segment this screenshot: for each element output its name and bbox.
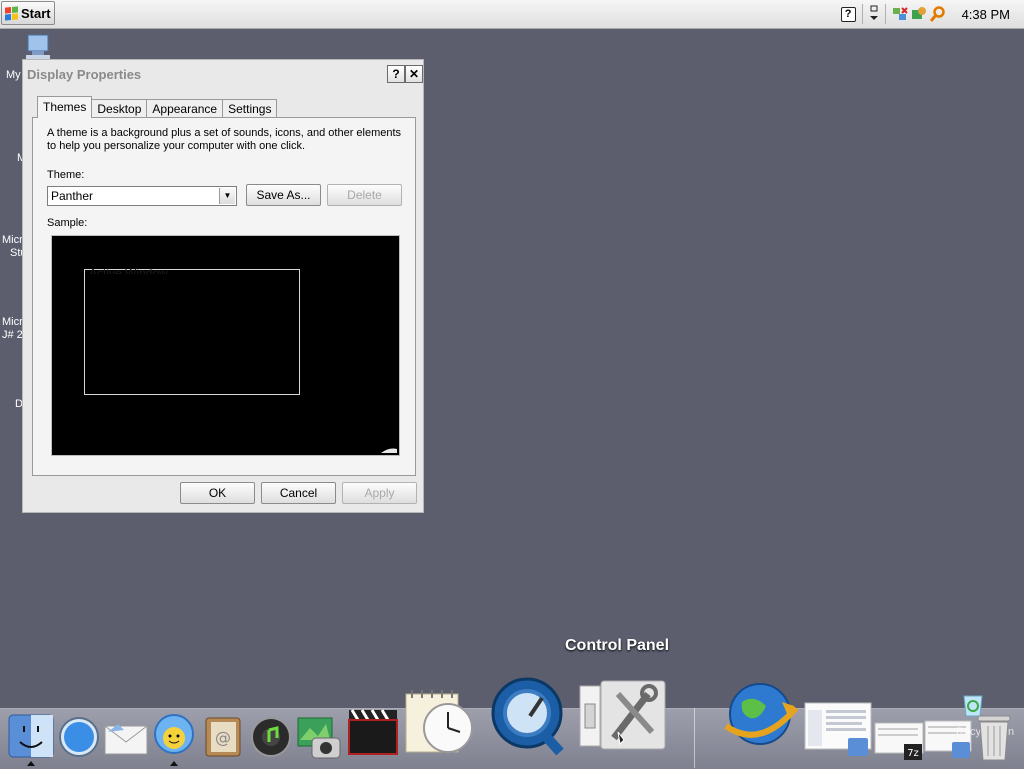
- trash-icon[interactable]: [974, 712, 1014, 765]
- window-thumbnail-icon[interactable]: [804, 702, 872, 761]
- sample-window-title: Active Window: [89, 266, 168, 274]
- 7zip-window-icon[interactable]: 7z: [874, 722, 924, 765]
- sample-label: Sample:: [47, 217, 88, 229]
- save-as-button[interactable]: Save As...: [246, 184, 321, 206]
- tray-divider: [861, 4, 863, 24]
- desktop-icon-label[interactable]: My: [6, 69, 21, 81]
- start-label: Start: [21, 5, 51, 21]
- svg-text:7z: 7z: [907, 748, 919, 759]
- display-properties-dialog: Display Properties ? ✕ Themes Desktop Ap…: [22, 59, 424, 513]
- theme-select[interactable]: Panther ▼: [47, 186, 237, 206]
- mail-icon[interactable]: [104, 722, 148, 759]
- tray-divider: [884, 4, 886, 24]
- ical-clock-icon[interactable]: [404, 688, 480, 757]
- close-button[interactable]: ✕: [405, 65, 423, 83]
- tab-settings[interactable]: Settings: [222, 99, 278, 118]
- itunes-icon[interactable]: [250, 716, 292, 761]
- tab-themes[interactable]: Themes: [37, 96, 93, 118]
- running-indicator: [27, 761, 35, 766]
- help-button[interactable]: ?: [387, 65, 405, 83]
- address-book-icon[interactable]: @: [204, 716, 242, 761]
- theme-label: Theme:: [47, 169, 85, 181]
- network-icon[interactable]: [892, 6, 908, 22]
- svg-text:@: @: [215, 728, 231, 747]
- start-button[interactable]: Start: [1, 1, 55, 25]
- tab-desktop[interactable]: Desktop: [91, 99, 148, 118]
- dock-tooltip: Control Panel: [565, 637, 670, 654]
- security-icon[interactable]: [911, 6, 927, 22]
- clock[interactable]: 4:38 PM: [962, 7, 1010, 22]
- theme-select-value: Panther: [51, 189, 94, 203]
- cancel-button[interactable]: Cancel: [261, 482, 336, 504]
- chevron-down-icon[interactable]: ▼: [219, 188, 235, 204]
- ichat-icon[interactable]: [152, 714, 196, 761]
- theme-sample-preview: Active Window: [51, 235, 400, 456]
- my-computer-icon[interactable]: [24, 33, 54, 61]
- dock-divider: [694, 708, 695, 768]
- help-icon[interactable]: ?: [840, 6, 856, 22]
- ok-button[interactable]: OK: [180, 482, 255, 504]
- internet-icon[interactable]: [720, 680, 800, 753]
- themes-panel: A theme is a background plus a set of so…: [32, 117, 416, 476]
- running-indicator: [170, 761, 178, 766]
- switch-icon[interactable]: [579, 684, 601, 751]
- top-taskbar: Start ? 4:38 PM: [0, 0, 1024, 29]
- system-preferences-icon[interactable]: [600, 680, 666, 753]
- iphoto-icon[interactable]: [296, 716, 342, 763]
- search-icon[interactable]: [929, 6, 946, 22]
- system-tray: ? 4:38 PM: [840, 0, 1024, 28]
- tab-appearance[interactable]: Appearance: [146, 99, 224, 118]
- tab-bar: Themes Desktop Appearance Settings: [37, 96, 278, 118]
- apply-button[interactable]: Apply: [342, 482, 417, 504]
- delete-button[interactable]: Delete: [327, 184, 402, 206]
- dialog-title[interactable]: Display Properties: [27, 67, 141, 82]
- imovie-icon[interactable]: [348, 708, 398, 759]
- safari-icon[interactable]: [58, 716, 100, 761]
- windows-logo-icon: [5, 5, 18, 21]
- sample-window: Active Window: [84, 266, 300, 395]
- theme-description: A theme is a background plus a set of so…: [47, 127, 402, 152]
- quicktime-icon[interactable]: [490, 676, 568, 759]
- sample-desktop-icon: [381, 448, 397, 453]
- finder-icon[interactable]: [8, 714, 54, 761]
- network-arrow-icon[interactable]: [869, 5, 879, 23]
- desktop-icon-label[interactable]: J# 2: [2, 329, 23, 341]
